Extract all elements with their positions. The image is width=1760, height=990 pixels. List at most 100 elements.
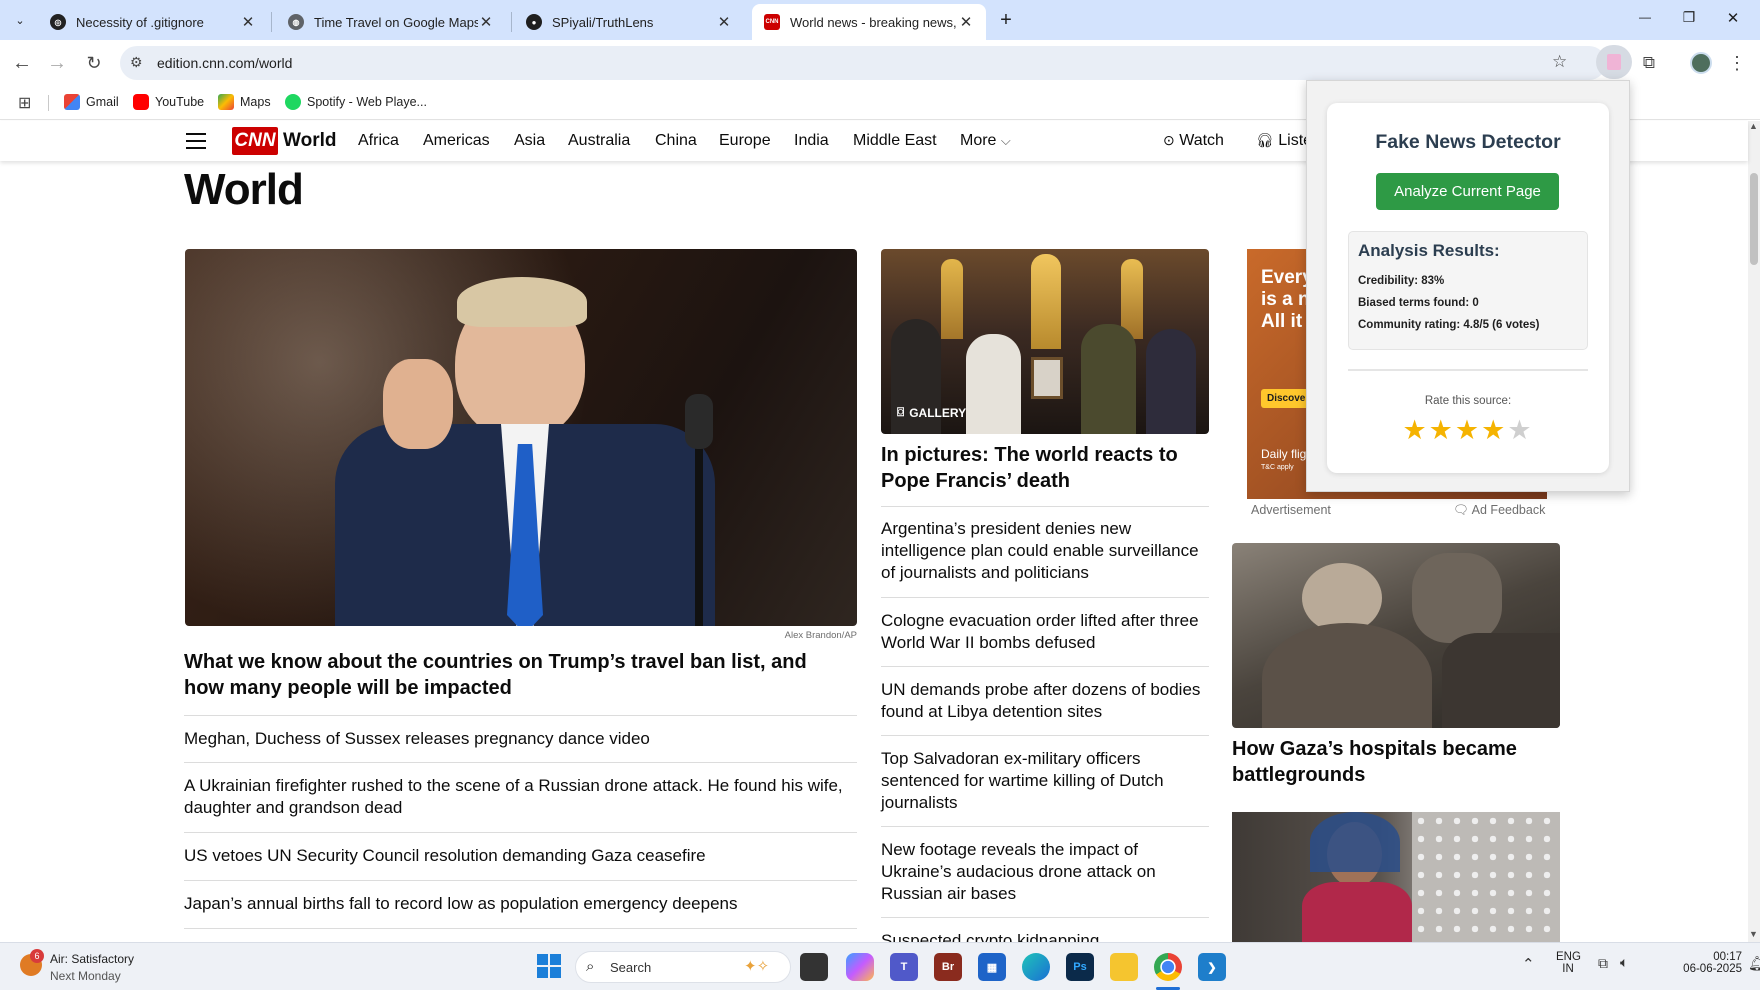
star-filled-icon[interactable]: ★: [1429, 415, 1455, 445]
notification-bell-icon[interactable]: 🔔︎: [1748, 955, 1760, 972]
page-title: World: [184, 165, 304, 214]
star-filled-icon[interactable]: ★: [1481, 415, 1507, 445]
community-rating: Community rating: 4.8/5 (6 votes): [1358, 319, 1540, 331]
chevron-down-icon: ⌄: [15, 14, 25, 27]
divider: [1348, 369, 1588, 371]
chrome-icon[interactable]: [1154, 953, 1182, 981]
story-link[interactable]: Argentina’s president denies new intelli…: [881, 518, 1203, 584]
teams-icon[interactable]: T: [890, 953, 918, 981]
chrome-menu-button[interactable]: ⋮: [1722, 48, 1752, 78]
photoshop-icon[interactable]: Ps: [1066, 953, 1094, 981]
vscode-icon[interactable]: ❯: [1198, 953, 1226, 981]
nav-australia[interactable]: Australia: [568, 132, 630, 150]
bookmark-spotify[interactable]: Spotify - Web Playe...: [285, 94, 427, 110]
store-icon[interactable]: ▦: [978, 953, 1006, 981]
bookmark-youtube[interactable]: YouTube: [133, 94, 204, 110]
analyze-page-button[interactable]: Analyze Current Page: [1376, 173, 1559, 210]
nav-africa[interactable]: Africa: [358, 132, 399, 150]
weather-title[interactable]: Air: Satisfactory: [50, 952, 134, 966]
extension-active-button[interactable]: [1596, 45, 1632, 79]
star-filled-icon[interactable]: ★: [1455, 415, 1481, 445]
story-link[interactable]: Suspected crypto kidnapping: [881, 930, 1203, 942]
chevron-up-icon[interactable]: ⌃: [1522, 955, 1535, 973]
weather-subtitle: Next Monday: [50, 969, 121, 983]
gaza-headline[interactable]: How Gaza’s hospitals became battleground…: [1232, 736, 1552, 788]
story-link[interactable]: New footage reveals the impact of Ukrain…: [881, 839, 1203, 905]
nav-europe[interactable]: Europe: [719, 132, 771, 150]
nav-watch[interactable]: ⊙ Watch: [1163, 132, 1224, 150]
close-tab-icon[interactable]: ✕: [716, 13, 732, 31]
extensions-button[interactable]: ⧉: [1634, 48, 1664, 78]
star-rating[interactable]: ★★★★★: [1327, 415, 1609, 446]
new-tab-button[interactable]: +: [994, 8, 1018, 32]
network-icon[interactable]: ⧉: [1598, 955, 1608, 972]
scroll-up-icon[interactable]: ▲: [1749, 121, 1758, 131]
minimize-button[interactable]: —: [1630, 10, 1660, 24]
story-link[interactable]: Meghan, Duchess of Sussex releases pregn…: [184, 728, 844, 750]
star-filled-icon[interactable]: ★: [1402, 415, 1428, 445]
language-indicator[interactable]: ENG IN: [1556, 951, 1581, 975]
task-view-icon[interactable]: [800, 953, 828, 981]
gaza-hospital-image[interactable]: [1232, 543, 1560, 728]
copilot-icon[interactable]: [846, 953, 874, 981]
nav-listen[interactable]: 🎧︎ Liste: [1256, 132, 1312, 150]
story-link[interactable]: Cologne evacuation order lifted after th…: [881, 610, 1203, 654]
scroll-down-icon[interactable]: ▼: [1749, 929, 1758, 939]
maximize-button[interactable]: ❐: [1674, 9, 1704, 26]
ad-feedback-link[interactable]: 🗨︎ Ad Feedback: [1453, 503, 1545, 518]
story-link[interactable]: A Ukrainian firefighter rushed to the sc…: [184, 775, 844, 819]
volume-icon[interactable]: 🔈︎: [1620, 954, 1628, 971]
window-close-button[interactable]: ✕: [1718, 9, 1748, 27]
apps-grid-icon[interactable]: ⊞: [18, 93, 31, 113]
woman-portrait-image[interactable]: [1232, 812, 1560, 942]
profile-avatar[interactable]: [1690, 52, 1712, 74]
section-title[interactable]: World: [283, 130, 336, 152]
nav-more[interactable]: More ⌵: [960, 132, 1011, 150]
close-tab-icon[interactable]: ✕: [240, 13, 256, 31]
reload-button[interactable]: ↻: [79, 48, 109, 78]
story-link[interactable]: Japan’s annual births fall to record low…: [184, 893, 844, 915]
cnn-logo[interactable]: CNN: [232, 127, 278, 155]
clock[interactable]: 00:17 06-06-2025: [1680, 951, 1742, 975]
scrollbar-thumb[interactable]: [1750, 173, 1758, 265]
hamburger-menu-icon[interactable]: [186, 133, 206, 149]
tab-search-button[interactable]: ⌄: [8, 8, 32, 32]
nav-middle-east[interactable]: Middle East: [853, 132, 937, 150]
nav-asia[interactable]: Asia: [514, 132, 545, 150]
story-link[interactable]: US vetoes UN Security Council resolution…: [184, 845, 844, 867]
file-explorer-icon[interactable]: [1110, 953, 1138, 981]
lead-headline[interactable]: What we know about the countries on Trum…: [184, 649, 844, 701]
ad-label: Advertisement: [1251, 503, 1331, 517]
start-button[interactable]: [537, 954, 561, 978]
tab-gitignore[interactable]: ◎ Necessity of .gitignore ✕: [38, 4, 268, 40]
bookmark-star-icon[interactable]: ☆: [1552, 52, 1567, 72]
story-link[interactable]: Top Salvadoran ex-military officers sent…: [881, 748, 1203, 814]
lead-story-image[interactable]: [185, 249, 857, 626]
taskbar-search-box[interactable]: ⌕ Search ✦✧: [575, 951, 791, 983]
nav-india[interactable]: India: [794, 132, 829, 150]
address-bar[interactable]: ⚙ edition.cnn.com/world ☆: [120, 46, 1606, 80]
tab-google-maps[interactable]: ◍ Time Travel on Google Maps ✕: [276, 4, 506, 40]
close-tab-icon[interactable]: ✕: [478, 13, 494, 31]
close-tab-icon[interactable]: ✕: [958, 13, 974, 31]
star-empty-icon[interactable]: ★: [1507, 415, 1533, 445]
tab-github-truthlens[interactable]: ● SPiyali/TruthLens ✕: [514, 4, 744, 40]
bridge-icon[interactable]: Br: [934, 953, 962, 981]
site-info-icon[interactable]: ⚙: [130, 54, 143, 71]
edge-icon[interactable]: [1022, 953, 1050, 981]
nav-china[interactable]: China: [655, 132, 697, 150]
maps-icon: [218, 94, 234, 110]
forward-button[interactable]: →: [42, 48, 72, 78]
tab-cnn-world[interactable]: CNN World news - breaking news, vi ✕: [752, 4, 986, 40]
gallery-headline[interactable]: In pictures: The world reacts to Pope Fr…: [881, 442, 1201, 494]
story-link[interactable]: UN demands probe after dozens of bodies …: [881, 679, 1203, 723]
bookmark-gmail[interactable]: Gmail: [64, 94, 119, 110]
nav-americas[interactable]: Americas: [423, 132, 490, 150]
back-button[interactable]: ←: [7, 48, 37, 78]
url-text[interactable]: edition.cnn.com/world: [157, 55, 292, 71]
page-scrollbar[interactable]: ▲ ▼: [1748, 121, 1760, 942]
bookmark-maps[interactable]: Maps: [218, 94, 271, 110]
credibility-score: Credibility: 83%: [1358, 275, 1445, 287]
gallery-image[interactable]: ⌼ GALLERY: [881, 249, 1209, 434]
camera-icon: ⌼: [897, 405, 905, 419]
